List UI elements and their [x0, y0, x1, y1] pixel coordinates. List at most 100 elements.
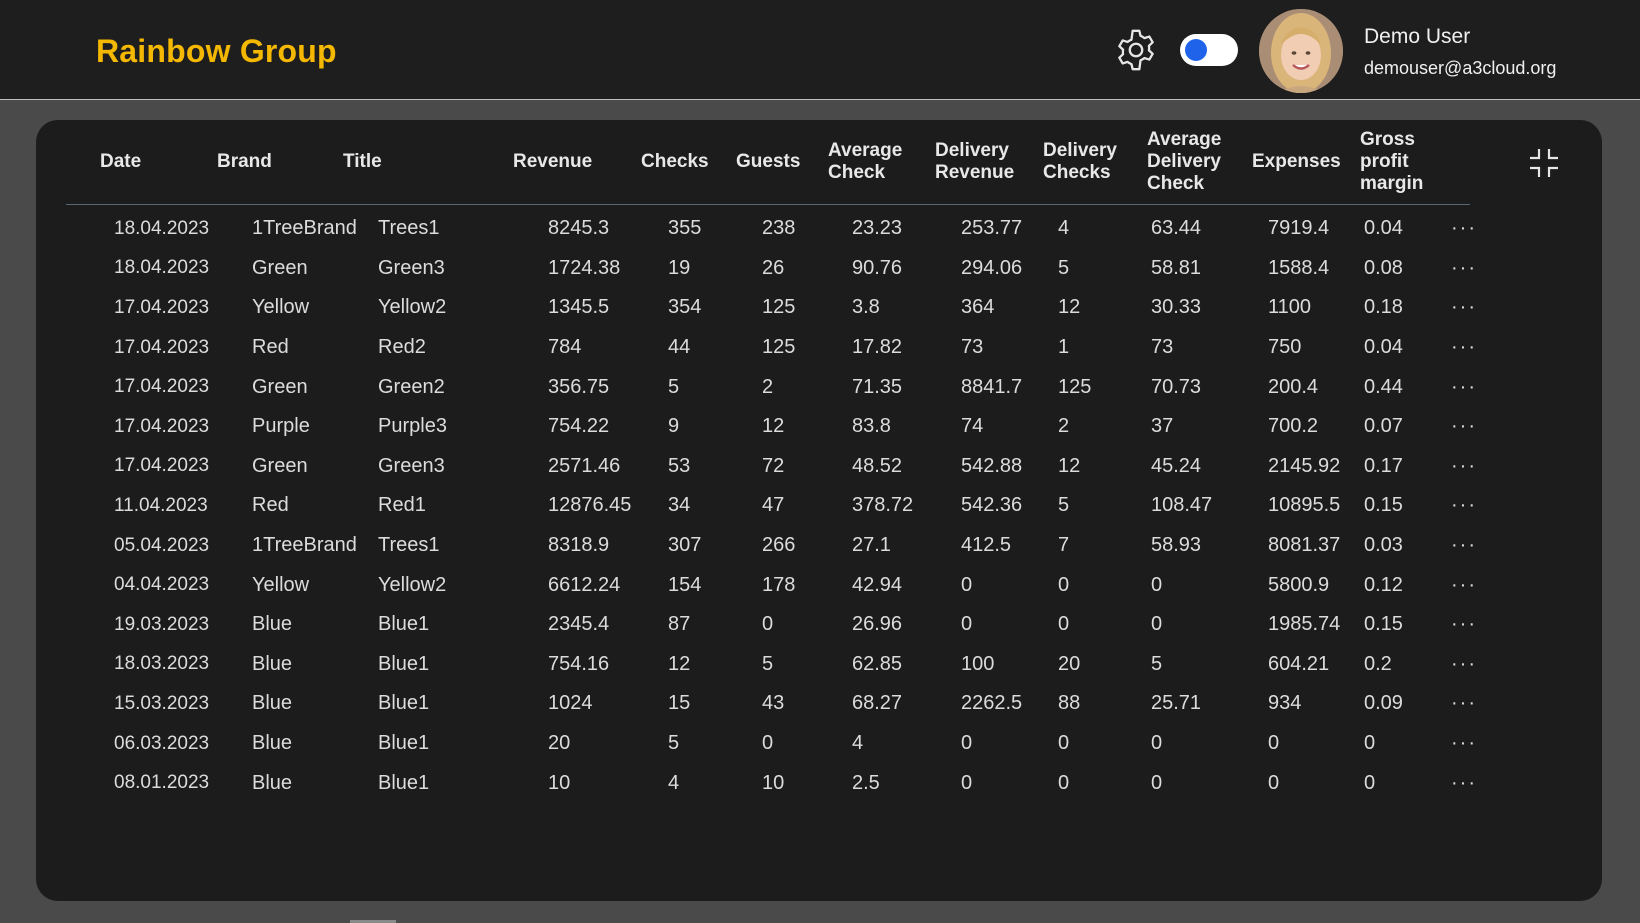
cell-average-delivery-check: 0	[1151, 613, 1163, 636]
cell-title: Blue1	[378, 771, 430, 794]
row-more-options-button[interactable]: ···	[1451, 209, 1477, 249]
table-row[interactable]: 18.04.2023 1TreeBrand Trees1 8245.3 355 238 23…	[66, 209, 1486, 249]
cell-expenses: 700.2	[1268, 415, 1319, 438]
cell-expenses: 1100	[1268, 296, 1312, 319]
column-header-brand[interactable]: Brand	[217, 120, 327, 204]
cell-delivery-revenue: 0	[961, 732, 973, 755]
data-table: Date Brand Title Revenue Checks Guests Average…	[66, 120, 1486, 803]
row-more-options-button[interactable]: ···	[1451, 684, 1477, 724]
cell-delivery-checks: 5	[1058, 494, 1070, 517]
cell-delivery-revenue: 294.06	[961, 256, 1023, 279]
cell-delivery-checks: 20	[1058, 652, 1081, 675]
table-header: Date Brand Title Revenue Checks Guests Average…	[66, 120, 1470, 205]
collapse-icon[interactable]	[1528, 147, 1560, 179]
row-more-options-button[interactable]: ···	[1451, 486, 1477, 526]
table-row[interactable]: 17.04.2023 Green Green2 356.75 5 2 71.35 8841.7…	[66, 367, 1486, 407]
cell-average-delivery-check: 0	[1151, 732, 1163, 755]
cell-title: Green2	[378, 375, 445, 398]
row-more-options-button[interactable]: ···	[1451, 645, 1477, 685]
cell-checks: 53	[668, 454, 691, 477]
cell-brand: Purple	[252, 415, 310, 438]
cell-average-delivery-check: 30.33	[1151, 296, 1202, 319]
cell-delivery-revenue: 364	[961, 296, 995, 319]
cell-average-check: 17.82	[852, 336, 903, 359]
table-row[interactable]: 17.04.2023 Purple Purple3 754.22 9 12 83.8 74 2 3…	[66, 407, 1486, 447]
row-more-options-button[interactable]: ···	[1451, 724, 1477, 764]
column-header-checks[interactable]: Checks	[641, 120, 731, 204]
cell-title: Red1	[378, 494, 426, 517]
cell-revenue: 2345.4	[548, 613, 610, 636]
cell-brand: Red	[252, 336, 289, 359]
cell-average-check: 3.8	[852, 296, 880, 319]
row-more-options-button[interactable]: ···	[1451, 407, 1477, 447]
table-row[interactable]: 15.03.2023 Blue Blue1 1024 15 43 68.27 2262.5 88…	[66, 684, 1486, 724]
cell-date: 18.04.2023	[114, 217, 210, 239]
cell-date: 17.04.2023	[114, 336, 210, 358]
cell-title: Blue1	[378, 732, 430, 755]
cell-title: Green3	[378, 454, 445, 477]
row-more-options-button[interactable]: ···	[1451, 447, 1477, 487]
row-more-options-button[interactable]: ···	[1451, 565, 1477, 605]
row-more-options-button[interactable]: ···	[1451, 288, 1477, 328]
cell-checks: 87	[668, 613, 691, 636]
row-more-options-button[interactable]: ···	[1451, 763, 1477, 803]
cell-delivery-revenue: 73	[961, 336, 984, 359]
cell-date: 06.03.2023	[114, 732, 210, 754]
cell-delivery-checks: 1	[1058, 336, 1070, 359]
column-header-title[interactable]: Title	[343, 120, 493, 204]
cell-title: Trees1	[378, 217, 440, 240]
column-header-expenses[interactable]: Expenses	[1252, 120, 1352, 204]
row-more-options-button[interactable]: ···	[1451, 328, 1477, 368]
table-row[interactable]: 17.04.2023 Green Green3 2571.46 53 72 48.52 542…	[66, 447, 1486, 487]
table-row[interactable]: 18.04.2023 Green Green3 1724.38 19 26 90.76 294…	[66, 249, 1486, 289]
table-row[interactable]: 06.03.2023 Blue Blue1 20 5 0 4 0 0 0 0 0 ···	[66, 724, 1486, 764]
cell-revenue: 1024	[548, 692, 593, 715]
cell-average-delivery-check: 5	[1151, 652, 1163, 675]
cell-gross-profit-margin: 0.15	[1364, 494, 1403, 517]
cell-guests: 125	[762, 296, 796, 319]
table-row[interactable]: 04.04.2023 Yellow Yellow2 6612.24 154 178 42.9…	[66, 565, 1486, 605]
table-row[interactable]: 05.04.2023 1TreeBrand Trees1 8318.9 307 266 27…	[66, 526, 1486, 566]
row-more-options-button[interactable]: ···	[1451, 526, 1477, 566]
table-row[interactable]: 18.03.2023 Blue Blue1 754.16 12 5 62.85 100 20 5 6…	[66, 645, 1486, 685]
row-more-options-button[interactable]: ···	[1451, 249, 1477, 289]
column-header-average-delivery-check[interactable]: Average Delivery Check	[1147, 120, 1247, 204]
cell-average-check: 71.35	[852, 375, 903, 398]
cell-expenses: 7919.4	[1268, 217, 1330, 240]
row-more-options-button[interactable]: ···	[1451, 605, 1477, 645]
cell-revenue: 8318.9	[548, 534, 610, 557]
row-more-options-button[interactable]: ···	[1451, 367, 1477, 407]
theme-toggle[interactable]	[1180, 34, 1238, 66]
column-header-revenue[interactable]: Revenue	[513, 120, 633, 204]
column-header-date[interactable]: Date	[100, 120, 200, 204]
column-header-average-check[interactable]: Average Check	[828, 120, 928, 204]
column-header-delivery-revenue[interactable]: Delivery Revenue	[935, 120, 1035, 204]
cell-checks: 34	[668, 494, 691, 517]
cell-expenses: 750	[1268, 336, 1302, 359]
cell-average-check: 23.23	[852, 217, 903, 240]
cell-title: Blue1	[378, 652, 430, 675]
cell-date: 17.04.2023	[114, 376, 210, 398]
cell-expenses: 604.21	[1268, 652, 1330, 675]
table-row[interactable]: 08.01.2023 Blue Blue1 10 4 10 2.5 0 0 0 0 0 ···	[66, 763, 1486, 803]
column-header-delivery-checks[interactable]: Delivery Checks	[1043, 120, 1143, 204]
cell-average-delivery-check: 58.93	[1151, 534, 1202, 557]
cell-average-delivery-check: 45.24	[1151, 454, 1202, 477]
user-avatar[interactable]	[1259, 9, 1343, 93]
cell-delivery-revenue: 2262.5	[961, 692, 1023, 715]
cell-delivery-checks: 88	[1058, 692, 1081, 715]
cell-brand: Blue	[252, 613, 293, 636]
cell-gross-profit-margin: 0.03	[1364, 534, 1403, 557]
table-row[interactable]: 19.03.2023 Blue Blue1 2345.4 87 0 26.96 0 0 0 1985…	[66, 605, 1486, 645]
column-header-guests[interactable]: Guests	[736, 120, 821, 204]
cell-title: Blue1	[378, 692, 430, 715]
table-row[interactable]: 11.04.2023 Red Red1 12876.45 34 47 378.72 542.3…	[66, 486, 1486, 526]
cell-average-delivery-check: 37	[1151, 415, 1174, 438]
gear-icon[interactable]	[1113, 27, 1159, 73]
cell-average-delivery-check: 58.81	[1151, 256, 1202, 279]
table-row[interactable]: 17.04.2023 Yellow Yellow2 1345.5 354 125 3.8 36…	[66, 288, 1486, 328]
cell-revenue: 754.22	[548, 415, 610, 438]
table-row[interactable]: 17.04.2023 Red Red2 784 44 125 17.82 73 1 73 750 0.…	[66, 328, 1486, 368]
column-header-gross-profit-margin[interactable]: Gross profit margin	[1360, 120, 1455, 204]
cell-brand: Blue	[252, 771, 293, 794]
